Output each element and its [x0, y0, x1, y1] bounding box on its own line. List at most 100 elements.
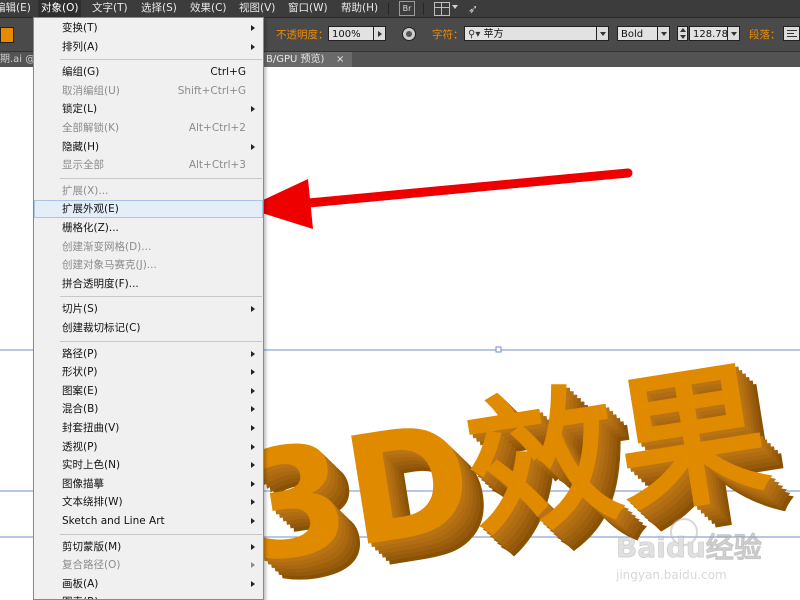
menu-item[interactable]: 拼合透明度(F)... — [34, 275, 263, 293]
submenu-arrow-icon — [251, 518, 255, 524]
menu-item-label: 复合路径(O) — [62, 559, 121, 572]
menu-item[interactable]: 封套扭曲(V) — [34, 419, 263, 437]
watermark-logo: Baidu经验 — [616, 531, 762, 564]
menu-item-label: 文本绕排(W) — [62, 496, 123, 509]
menu-item-label: 创建对象马赛克(J)... — [62, 259, 157, 272]
menu-item-label: Sketch and Line Art — [62, 515, 165, 527]
menu-item-label: 透视(P) — [62, 440, 98, 453]
gpu-performance-icon[interactable]: ➶ — [468, 2, 478, 16]
submenu-arrow-icon — [251, 443, 255, 450]
bridge-icon[interactable]: Br — [399, 1, 415, 16]
menu-item-label: 全部解锁(K) — [62, 122, 120, 134]
menu-item-label: 画板(A) — [62, 577, 99, 590]
menubar-item[interactable]: 帮助(H) — [338, 0, 381, 17]
menu-item-label: 形状(P) — [62, 366, 98, 379]
menubar-item[interactable]: 效果(C) — [187, 0, 230, 17]
font-size-stepper[interactable] — [677, 26, 688, 41]
font-size-input[interactable]: 128.78 — [689, 26, 728, 41]
menu-item[interactable]: 画板(A) — [34, 575, 263, 593]
search-icon: ⚲▾ — [468, 29, 481, 40]
align-left-icon[interactable] — [783, 26, 800, 41]
menu-item-label: 排列(A) — [62, 40, 99, 53]
menubar-item[interactable]: 窗口(W) — [285, 0, 331, 17]
menubar-item[interactable]: 选择(S) — [138, 0, 180, 17]
submenu-arrow-icon — [251, 406, 255, 413]
menu-item-label: 创建裁切标记(C) — [62, 322, 141, 334]
document-tab[interactable]: 期.ai @ — [0, 52, 35, 67]
menu-item[interactable]: 变换(T) — [34, 19, 263, 37]
submenu-arrow-icon — [251, 306, 255, 313]
opacity-input[interactable]: 100% — [328, 26, 374, 41]
red-arrow-shaft — [293, 168, 633, 209]
submenu-arrow-icon — [251, 499, 255, 506]
submenu-arrow-icon — [251, 480, 255, 487]
menu-item[interactable]: 实时上色(N) — [34, 456, 263, 474]
paragraph-label[interactable]: 段落： — [749, 27, 781, 42]
menu-item[interactable]: 图表(R) — [34, 593, 263, 599]
chevron-down-icon[interactable] — [452, 5, 458, 9]
menu-item-shortcut: Shift+Ctrl+G — [177, 84, 246, 97]
menu-item[interactable]: 扩展外观(E) — [34, 200, 263, 219]
menu-item[interactable]: 混合(B) — [34, 400, 263, 418]
submenu-arrow-icon — [251, 562, 255, 569]
menu-item[interactable]: 文本绕排(W) — [34, 493, 263, 511]
menu-item-label: 拼合透明度(F)... — [62, 277, 139, 290]
menu-item[interactable]: Sketch and Line Art — [34, 512, 263, 530]
submenu-arrow-icon — [251, 580, 255, 587]
font-family-dropdown[interactable] — [596, 26, 609, 41]
menu-item[interactable]: 路径(P) — [34, 345, 263, 363]
watermark-url: jingyan.baidu.com — [615, 568, 727, 582]
menubar-item[interactable]: 视图(V) — [236, 0, 278, 17]
menubar-item[interactable]: 对象(O) — [38, 0, 82, 17]
selection-handle[interactable] — [495, 346, 502, 353]
menu-item-shortcut: Alt+Ctrl+3 — [188, 159, 246, 172]
submenu-arrow-icon — [251, 425, 255, 431]
menu-item-label: 变换(T) — [62, 22, 98, 34]
menubar-item[interactable]: 文字(T) — [89, 0, 131, 17]
opacity-arrow-button[interactable] — [373, 26, 386, 41]
submenu-arrow-icon — [251, 25, 255, 31]
submenu-arrow-icon — [251, 350, 255, 357]
close-icon[interactable]: × — [336, 52, 344, 67]
opacity-label[interactable]: 不透明度： — [276, 27, 329, 42]
menu-item-label: 扩展外观(E) — [62, 203, 119, 216]
font-style-input[interactable]: Bold — [617, 26, 658, 41]
menu-item[interactable]: 切片(S) — [34, 300, 263, 318]
menu-item-label: 封套扭曲(V) — [62, 422, 120, 434]
menu-item-label: 剪切蒙版(M) — [62, 540, 122, 553]
menu-item-label: 扩展(X)... — [62, 184, 109, 197]
character-label[interactable]: 字符： — [432, 27, 464, 42]
submenu-arrow-icon — [251, 106, 255, 113]
menu-item-label: 实时上色(N) — [62, 459, 121, 472]
menu-item-label: 锁定(L) — [62, 103, 98, 116]
font-size-dropdown[interactable] — [727, 26, 740, 41]
menu-item-shortcut: Alt+Ctrl+2 — [188, 122, 246, 134]
fill-color-swatch[interactable] — [0, 27, 14, 43]
menu-item-label: 创建渐变网格(D)... — [62, 240, 152, 253]
recolor-icon[interactable] — [402, 27, 416, 41]
menu-item[interactable]: 剪切蒙版(M) — [34, 538, 263, 556]
font-family-value: 苹方 — [483, 29, 504, 40]
menubar-item[interactable]: 编辑(E) — [0, 0, 34, 17]
menu-item-label: 编组(G) — [62, 66, 100, 79]
font-family-input[interactable]: ⚲▾ 苹方 — [464, 26, 597, 41]
menu-item[interactable]: 创建裁切标记(C) — [34, 319, 263, 337]
menu-separator — [60, 296, 262, 298]
menu-item[interactable]: 透视(P) — [34, 438, 263, 456]
menu-separator — [60, 340, 262, 342]
workspace-layout-icon[interactable] — [434, 2, 450, 16]
menu-item: 扩展(X)... — [34, 182, 263, 200]
menu-item-label: 混合(B) — [62, 403, 99, 416]
menu-item[interactable]: 锁定(L) — [34, 100, 263, 118]
menu-item[interactable]: 图像描摹 — [34, 475, 263, 493]
menu-item[interactable]: 图案(E) — [34, 382, 263, 400]
menu-item[interactable]: 排列(A) — [34, 38, 263, 56]
menu-item[interactable]: 隐藏(H) — [34, 138, 263, 156]
menu-bar: 编辑(E) 对象(O) 文字(T) 选择(S) 效果(C) 视图(V) 窗口(W) 帮助(H)… — [0, 0, 800, 18]
menu-item[interactable]: 形状(P) — [34, 363, 263, 381]
font-style-dropdown[interactable] — [657, 26, 670, 41]
menubar-divider — [423, 3, 424, 15]
menu-item[interactable]: 编组(G) Ctrl+G — [34, 63, 263, 81]
menu-item-label: 图像描摹 — [62, 477, 104, 490]
menu-item[interactable]: 栅格化(Z)... — [34, 219, 263, 237]
